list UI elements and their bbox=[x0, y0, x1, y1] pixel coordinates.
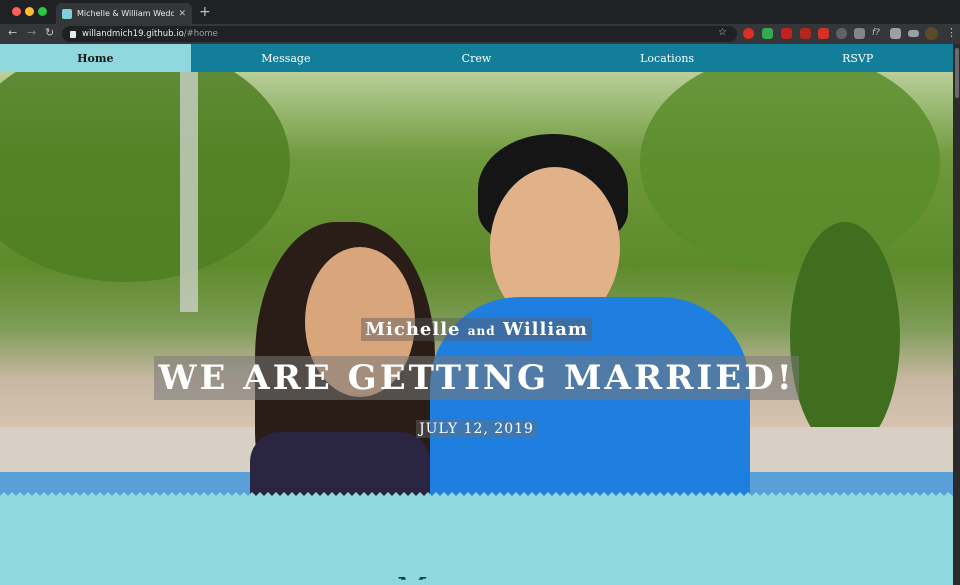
site-nav: Home Message Crew Locations RSVP bbox=[0, 44, 953, 72]
browser-toolbar: ← → ↻ willandmich19.github.io/#home ☆ f?… bbox=[0, 24, 960, 44]
nav-item-crew[interactable]: Crew bbox=[381, 44, 572, 72]
tab-title: Michelle & William Wedding 20 bbox=[77, 9, 175, 18]
url-host: willandmich19.github.io bbox=[82, 29, 184, 39]
extension-icon[interactable] bbox=[818, 28, 829, 39]
couple-names: Michelle and William bbox=[0, 318, 953, 341]
tree-foliage bbox=[640, 72, 940, 272]
scrollbar-thumb[interactable] bbox=[955, 48, 959, 98]
date-text: JULY 12, 2019 bbox=[416, 420, 537, 438]
hero-headline: WE ARE GETTING MARRIED! bbox=[0, 356, 953, 400]
minimize-window-button[interactable] bbox=[25, 7, 34, 16]
reading-list-icon[interactable] bbox=[908, 30, 919, 37]
tree-foliage bbox=[0, 72, 290, 282]
headline-text: WE ARE GETTING MARRIED! bbox=[154, 356, 799, 400]
forward-button[interactable]: → bbox=[27, 26, 36, 39]
zigzag-divider bbox=[0, 492, 953, 500]
browser-menu-icon[interactable]: ⋮ bbox=[946, 26, 957, 39]
page-scrollbar[interactable] bbox=[953, 44, 960, 585]
section-heading-script: Message bbox=[395, 572, 529, 580]
and-text: and bbox=[467, 324, 496, 338]
puzzle-extensions-icon[interactable] bbox=[890, 28, 901, 39]
extension-icon[interactable] bbox=[781, 28, 792, 39]
lamp-post bbox=[180, 72, 198, 312]
url-path: /#home bbox=[183, 29, 218, 39]
lock-icon bbox=[70, 30, 76, 38]
browser-tab[interactable]: Michelle & William Wedding 20 ✕ bbox=[56, 3, 192, 24]
extension-icon[interactable] bbox=[800, 28, 811, 39]
woman-dress bbox=[250, 432, 430, 499]
tab-close-icon[interactable]: ✕ bbox=[178, 9, 186, 19]
favicon-icon bbox=[62, 8, 72, 19]
avatar[interactable] bbox=[925, 27, 938, 40]
extension-icon[interactable] bbox=[743, 28, 754, 39]
wedding-date: JULY 12, 2019 bbox=[0, 418, 953, 438]
extension-icon[interactable] bbox=[854, 28, 865, 39]
close-window-button[interactable] bbox=[12, 7, 21, 16]
reload-button[interactable]: ↻ bbox=[45, 26, 54, 39]
extension-icon[interactable] bbox=[762, 28, 773, 39]
nav-item-message[interactable]: Message bbox=[191, 44, 382, 72]
nav-item-home[interactable]: Home bbox=[0, 44, 191, 72]
new-tab-button[interactable]: + bbox=[199, 4, 211, 20]
web-page: Home Message Crew Locations RSVP Michell… bbox=[0, 44, 953, 585]
formula-extension-icon[interactable]: f? bbox=[872, 28, 883, 39]
extension-icon[interactable] bbox=[836, 28, 847, 39]
maximize-window-button[interactable] bbox=[38, 7, 47, 16]
back-button[interactable]: ← bbox=[8, 26, 17, 39]
nav-item-locations[interactable]: Locations bbox=[572, 44, 763, 72]
bride-name: Michelle bbox=[365, 319, 461, 340]
nav-item-rsvp[interactable]: RSVP bbox=[762, 44, 953, 72]
address-bar[interactable]: willandmich19.github.io/#home ☆ bbox=[62, 26, 737, 42]
bookmark-star-icon[interactable]: ☆ bbox=[718, 27, 727, 38]
groom-name: William bbox=[502, 319, 588, 340]
hero-photo: Michelle and William WE ARE GETTING MARR… bbox=[0, 72, 953, 499]
browser-tab-strip: Michelle & William Wedding 20 ✕ + bbox=[0, 0, 960, 24]
